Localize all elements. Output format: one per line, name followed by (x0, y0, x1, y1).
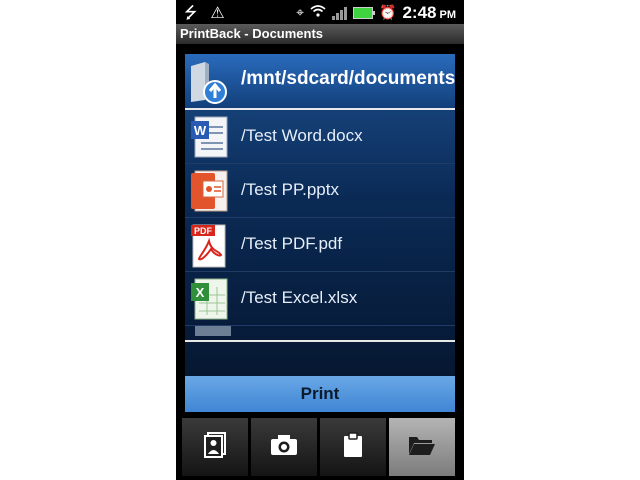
bottom-tab-bar (176, 416, 464, 480)
divider (185, 340, 455, 342)
camera-icon (270, 434, 298, 460)
file-name: /Test Excel.xlsx (241, 288, 358, 307)
partial-file-icon (195, 326, 231, 336)
tab-clipboard[interactable] (320, 418, 386, 476)
pdf-icon: PDF (187, 221, 231, 269)
current-path: /mnt/sdcard/documents (241, 68, 456, 89)
tab-photos[interactable] (182, 418, 248, 476)
word-icon: W (187, 113, 231, 161)
status-right: ⌖ ⏰ 2:48 PM (296, 3, 456, 23)
file-row-powerpoint[interactable]: /Test PP.pptx (185, 164, 455, 218)
tab-documents[interactable] (389, 418, 455, 476)
file-name: /Test PP.pptx (241, 180, 339, 199)
file-row-pdf[interactable]: PDF /Test PDF.pdf (185, 218, 455, 272)
svg-text:PDF: PDF (194, 226, 213, 236)
usb-icon: ⭍ (184, 3, 198, 22)
print-button-label: Print (300, 384, 340, 403)
app-title-bar: PrintBack - Documents (176, 24, 464, 44)
svg-text:W: W (194, 123, 207, 138)
parent-folder-row[interactable]: /mnt/sdcard/documents (185, 54, 455, 108)
status-bar: ⭍ ⚠ ⌖ ⏰ 2:48 PM (176, 0, 464, 24)
excel-icon: X (187, 275, 231, 323)
print-button[interactable]: Print (185, 376, 455, 412)
file-row-excel[interactable]: X /Test Excel.xlsx (185, 272, 455, 326)
file-name: /Test Word.docx (241, 126, 363, 145)
alarm-icon: ⏰ (379, 5, 397, 21)
photos-icon (203, 432, 227, 462)
file-browser-panel: /mnt/sdcard/documents W /Test Word.docx (185, 54, 455, 376)
clipboard-icon (343, 432, 363, 462)
file-row-partial (185, 326, 455, 338)
folder-up-icon (187, 60, 227, 104)
file-row-word[interactable]: W /Test Word.docx (185, 110, 455, 164)
wifi-icon (310, 5, 326, 21)
gps-icon: ⌖ (296, 5, 305, 21)
folder-open-icon (408, 434, 436, 460)
phone-screen: ⭍ ⚠ ⌖ ⏰ 2:48 PM PrintBack - Documents /m… (176, 0, 464, 480)
svg-text:X: X (196, 285, 205, 300)
clock-time: 2:48 PM (402, 3, 456, 22)
powerpoint-icon (187, 167, 231, 215)
file-name: /Test PDF.pdf (241, 234, 343, 253)
app-title: PrintBack - Documents (180, 26, 324, 41)
battery-icon (353, 7, 376, 19)
signal-icon (332, 6, 348, 20)
tab-camera[interactable] (251, 418, 317, 476)
warning-icon: ⚠ (210, 3, 225, 22)
